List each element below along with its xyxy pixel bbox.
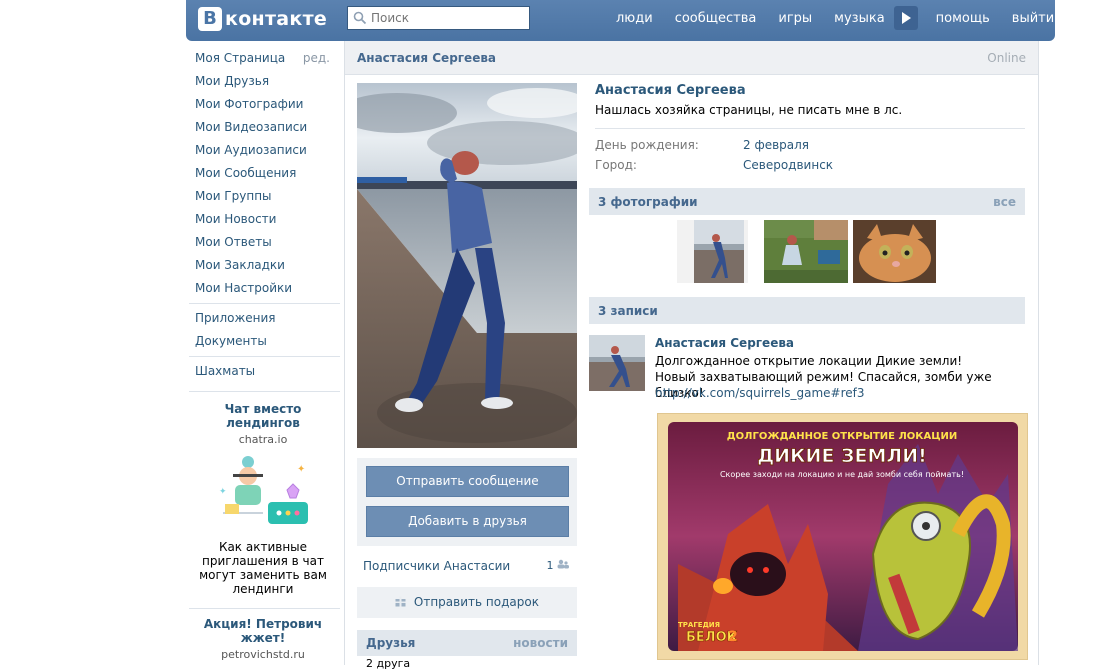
ad-block-petrovich[interactable]: Акция! Петрович жжет! petrovichstd.ru <box>186 617 340 661</box>
nav-music[interactable]: музыка <box>834 11 885 26</box>
menu-my-groups[interactable]: Мои Группы <box>186 185 340 208</box>
search-input[interactable] <box>367 10 523 26</box>
profile-header-bar: Анастасия Сергеева Online <box>345 41 1038 75</box>
ad-title[interactable]: Акция! Петрович жжет! <box>186 617 340 645</box>
profile-info: Анастасия Сергеева Нашлась хозяйка стран… <box>595 83 1025 178</box>
menu-my-news[interactable]: Мои Новости <box>186 208 340 231</box>
svg-text:✦: ✦ <box>219 487 227 497</box>
ad-block-chatra[interactable]: Чат вместо лендингов chatra.io ✦ ✦ Как а… <box>186 402 340 596</box>
friends-title[interactable]: Друзья <box>366 636 415 650</box>
photo-thumb[interactable] <box>853 220 936 283</box>
subscribers-count-value: 1 <box>546 559 554 572</box>
info-divider <box>595 128 1025 129</box>
menu-documents[interactable]: Документы <box>186 330 340 353</box>
menu-my-bookmarks[interactable]: Мои Закладки <box>186 254 340 277</box>
edit-link[interactable]: ред. <box>303 47 330 70</box>
send-gift-button[interactable]: Отправить подарок <box>357 587 577 618</box>
birthday-label: День рождения: <box>595 138 699 152</box>
ad-title[interactable]: Чат вместо лендингов <box>186 402 340 430</box>
top-nav: люди сообщества игры музыка помощь выйти <box>616 0 1076 36</box>
post-link[interactable]: http://vk.com/squirrels_game#ref3 <box>655 386 864 400</box>
play-icon <box>901 12 911 24</box>
menu-label: Моя Страница <box>195 51 286 65</box>
birthday-row: День рождения: 2 февраля <box>595 138 1025 158</box>
city-value[interactable]: Северодвинск <box>743 158 833 172</box>
vk-logo[interactable]: В контакте <box>198 6 327 32</box>
action-buttons-box: Отправить сообщение Добавить в друзья <box>357 458 577 546</box>
banner-line3: Скорее заходи на локацию и не дай зомби … <box>720 470 964 479</box>
menu-my-photos[interactable]: Мои Фотографии <box>186 93 340 116</box>
left-menu: Моя Страница ред. Мои Друзья Мои Фотограф… <box>186 47 340 661</box>
search-box[interactable] <box>347 6 530 30</box>
menu-apps[interactable]: Приложения <box>186 307 340 330</box>
friends-count[interactable]: 2 друга <box>366 657 410 670</box>
profile-panel: Анастасия Сергеева Online Отправить сооб… <box>344 41 1039 670</box>
subscribers-label: Подписчики Анастасии <box>363 559 511 573</box>
nav-help[interactable]: помощь <box>936 11 990 26</box>
people-icon <box>557 559 569 569</box>
nav-people[interactable]: люди <box>616 11 653 26</box>
banner-line2: ДИКИЕ ЗЕМЛИ! <box>757 445 927 467</box>
menu-my-friends[interactable]: Мои Друзья <box>186 70 340 93</box>
search-icon <box>353 11 367 25</box>
photo-thumb[interactable] <box>677 220 748 283</box>
menu-my-settings[interactable]: Мои Настройки <box>186 277 340 300</box>
banner-line1: ДОЛГОЖДАННОЕ ОТКРЫТИЕ ЛОКАЦИИ <box>727 431 957 442</box>
online-status: Online <box>987 50 1026 65</box>
menu-divider <box>189 391 340 392</box>
nav-logout[interactable]: выйти <box>1012 11 1054 26</box>
subscribers-link[interactable]: Подписчики Анастасии 1 <box>363 559 569 573</box>
city-row: Город: Северодвинск <box>595 158 1025 178</box>
menu-divider <box>189 608 340 609</box>
nav-communities[interactable]: сообщества <box>675 11 757 26</box>
ad-domain: chatra.io <box>238 433 288 446</box>
photos-all-link[interactable]: все <box>993 195 1016 209</box>
menu-my-answers[interactable]: Мои Ответы <box>186 231 340 254</box>
subscribers-count: 1 <box>546 559 569 572</box>
music-play-button[interactable] <box>893 6 918 30</box>
friends-news-link[interactable]: новости <box>513 636 568 650</box>
menu-chess[interactable]: Шахматы <box>186 360 340 383</box>
logo-text: контакте <box>225 8 328 30</box>
post-author-avatar[interactable] <box>589 335 645 391</box>
ad-text[interactable]: Как активные приглашения в чат могут зам… <box>186 540 340 596</box>
photos-section-header[interactable]: 3 фотографии все <box>589 188 1025 215</box>
menu-my-messages[interactable]: Мои Сообщения <box>186 162 340 185</box>
logo-letter: В <box>198 7 222 31</box>
friends-section-header[interactable]: Друзья новости <box>357 630 577 656</box>
menu-my-videos[interactable]: Мои Видеозаписи <box>186 116 340 139</box>
send-message-button[interactable]: Отправить сообщение <box>366 466 569 497</box>
wall-section-header[interactable]: 3 записи <box>589 297 1025 324</box>
birthday-value[interactable]: 2 февраля <box>743 138 809 152</box>
top-header: В контакте люди сообщества игры музыка п… <box>186 0 1055 41</box>
ad-domain: petrovichstd.ru <box>221 648 305 661</box>
ad-illustration[interactable]: ✦ ✦ <box>213 454 313 532</box>
menu-my-audio[interactable]: Мои Аудиозаписи <box>186 139 340 162</box>
photo-thumb[interactable] <box>764 220 848 283</box>
gift-label: Отправить подарок <box>413 595 539 609</box>
svg-text:✦: ✦ <box>297 464 305 475</box>
header-user-name: Анастасия Сергеева <box>357 50 497 65</box>
photos-title[interactable]: 3 фотографии <box>598 195 698 209</box>
add-friend-button[interactable]: Добавить в друзья <box>366 506 569 537</box>
gift-icon <box>395 596 406 607</box>
profile-status: Нашлась хозяйка страницы, не писать мне … <box>595 103 903 117</box>
banner-logo3: 2 <box>728 629 738 645</box>
banner-logo1: ТРАГЕДИЯ <box>678 621 720 629</box>
profile-photo[interactable] <box>357 83 577 448</box>
wall-title[interactable]: 3 записи <box>598 304 658 318</box>
profile-name: Анастасия Сергеева <box>595 83 746 98</box>
menu-divider <box>189 356 340 357</box>
nav-games[interactable]: игры <box>778 11 812 26</box>
menu-my-page[interactable]: Моя Страница ред. <box>186 47 340 70</box>
post-author-name[interactable]: Анастасия Сергеева <box>655 336 794 350</box>
menu-divider <box>189 303 340 304</box>
post-game-banner[interactable]: ДОЛГОЖДАННОЕ ОТКРЫТИЕ ЛОКАЦИИ ДИКИЕ ЗЕМЛ… <box>657 413 1028 660</box>
city-label: Город: <box>595 158 637 172</box>
